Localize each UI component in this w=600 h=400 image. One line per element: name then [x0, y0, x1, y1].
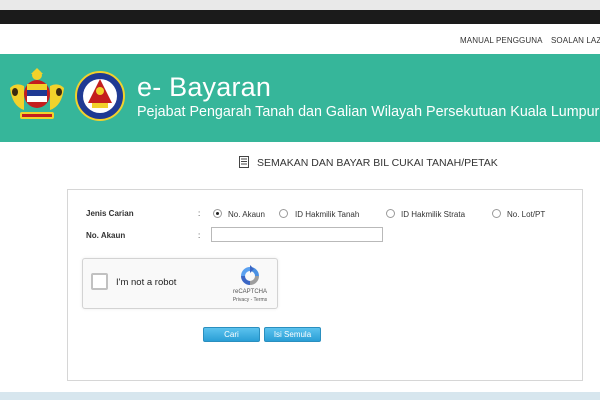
header-banner: e- Bayaran Pejabat Pengarah Tanah dan Ga…: [0, 54, 600, 142]
account-number-label: No. Akaun: [86, 231, 126, 240]
recaptcha-label: I'm not a robot: [116, 277, 177, 288]
recaptcha-logo-icon: [241, 265, 259, 285]
top-bar: [0, 10, 600, 24]
search-type-colon: :: [198, 209, 201, 218]
radio-label-id-hakmilik-strata: ID Hakmilik Strata: [401, 210, 466, 219]
account-number-input[interactable]: [211, 227, 383, 242]
search-type-label: Jenis Carian: [86, 209, 134, 218]
page-heading: SEMAKAN DAN BAYAR BIL CUKAI TANAH/PETAK: [257, 157, 498, 169]
recaptcha-terms-link[interactable]: Privacy - Terms: [220, 297, 280, 303]
radio-no-lot-pt[interactable]: [492, 209, 501, 218]
nav-link-user-manual[interactable]: MANUAL PENGGUNA: [460, 36, 543, 45]
radio-id-hakmilik-strata[interactable]: [386, 209, 395, 218]
app-subtitle: Pejabat Pengarah Tanah dan Galian Wilaya…: [137, 104, 600, 120]
radio-no-akaun[interactable]: [213, 209, 222, 218]
radio-label-no-lot-pt: No. Lot/PT: [507, 210, 546, 219]
search-button[interactable]: Cari: [203, 327, 260, 342]
bottom-strip: [0, 392, 600, 400]
app-title: e- Bayaran: [137, 72, 272, 102]
browser-top-strip: [0, 0, 600, 10]
top-navigation: MANUAL PENGGUNA SOALAN LAZIM: [0, 24, 600, 55]
recaptcha-brand: reCAPTCHA: [232, 289, 267, 295]
ptg-department-logo-icon: [75, 71, 125, 121]
account-number-colon: :: [198, 231, 201, 240]
nav-link-faq[interactable]: SOALAN LAZIM: [551, 36, 600, 45]
radio-label-no-akaun: No. Akaun: [228, 210, 265, 219]
recaptcha-widget: I'm not a robot reCAPTCHA Privacy - Term…: [82, 258, 278, 309]
malaysia-coat-of-arms-icon: [10, 68, 64, 119]
radio-label-id-hakmilik-tanah: ID Hakmilik Tanah: [295, 210, 360, 219]
radio-id-hakmilik-tanah[interactable]: [279, 209, 288, 218]
recaptcha-checkbox[interactable]: [91, 273, 108, 290]
document-icon: [239, 156, 249, 168]
reset-button[interactable]: Isi Semula: [264, 327, 321, 342]
